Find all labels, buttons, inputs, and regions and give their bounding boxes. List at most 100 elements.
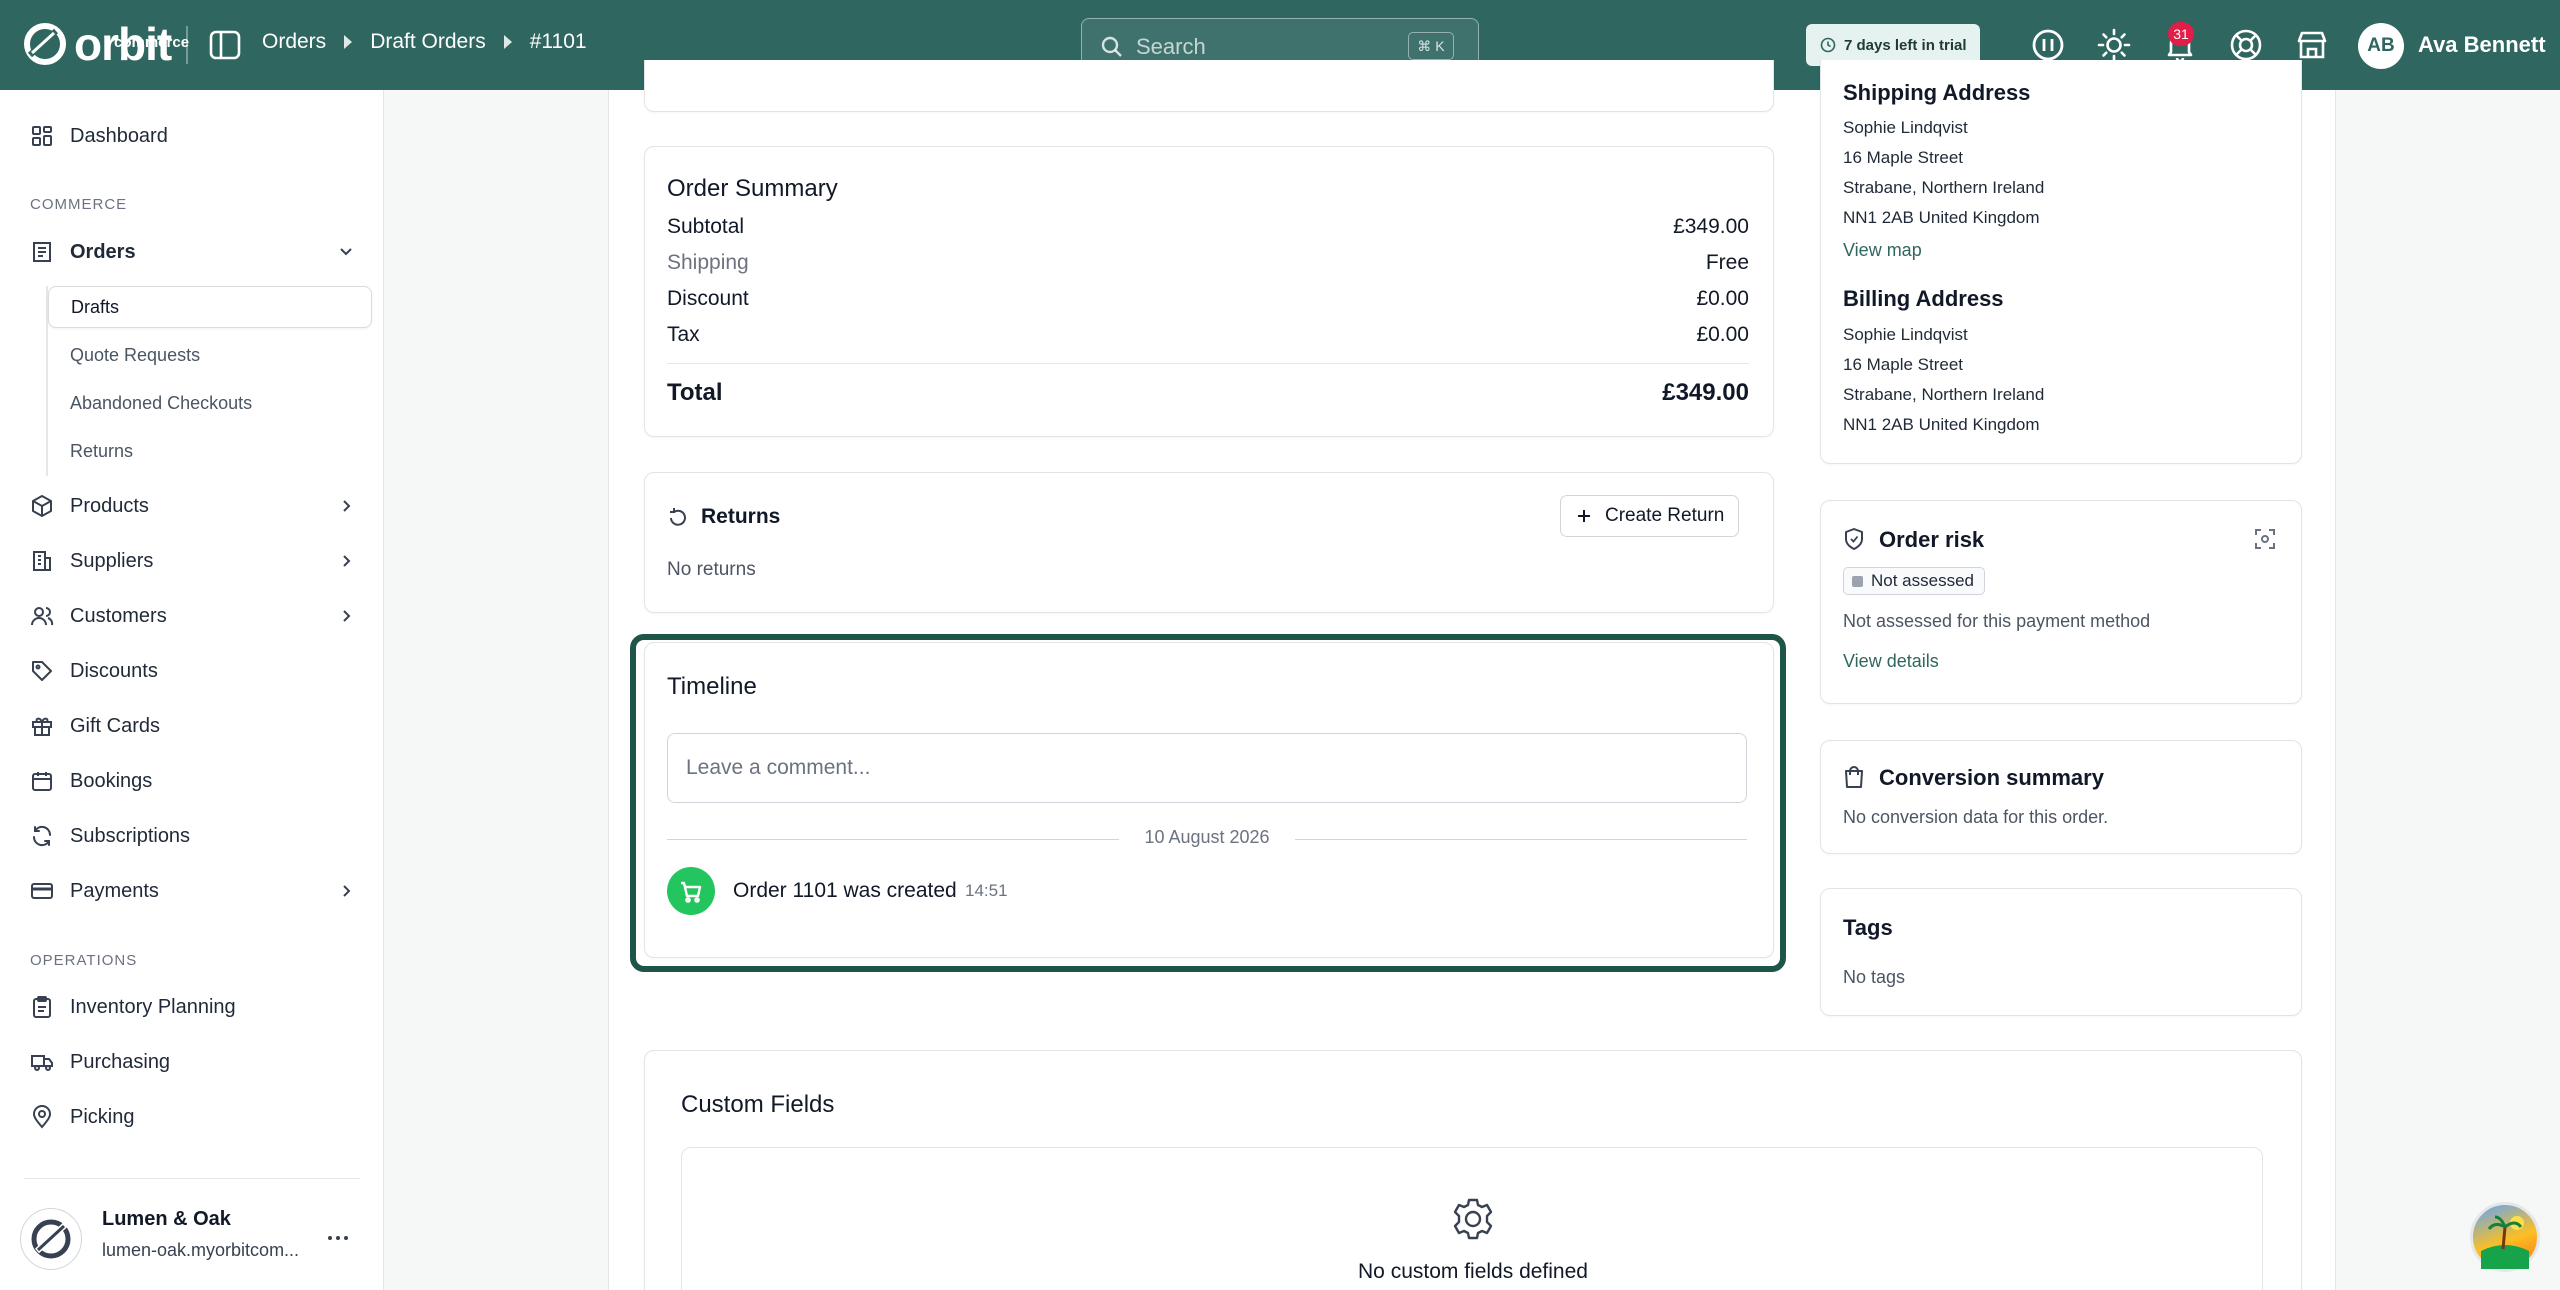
help-button[interactable] <box>2228 27 2264 63</box>
summary-row-tax: Tax £0.00 <box>667 323 1749 353</box>
user-name[interactable]: Ava Bennett <box>2418 32 2546 58</box>
more-horizontal-icon[interactable] <box>326 1228 350 1248</box>
sidebar-item-label: Inventory Planning <box>70 995 236 1018</box>
sidebar-item-inventory-planning[interactable]: Inventory Planning <box>30 987 360 1027</box>
conversion-summary-description: No conversion data for this order. <box>1843 807 2109 827</box>
shipping-address-title: Shipping Address <box>1843 80 2031 105</box>
conversion-summary-card: Conversion summary No conversion data fo… <box>1820 740 2302 854</box>
sidebar-item-drafts[interactable]: Drafts <box>48 286 372 328</box>
order-risk-title: Order risk <box>1879 527 1985 552</box>
create-return-button[interactable]: Create Return <box>1560 495 1740 537</box>
return-icon <box>670 508 686 526</box>
billing-address-line: Sophie Lindqvist <box>1843 325 1968 344</box>
sidebar-item-gift-cards[interactable]: Gift Cards <box>30 706 360 746</box>
clipboard-icon <box>33 996 51 1018</box>
users-icon <box>31 607 54 626</box>
summary-value: £0.00 <box>1696 287 1749 310</box>
risk-status-label: Not assessed <box>1871 571 1974 590</box>
section-label-commerce: COMMERCE <box>30 196 128 213</box>
sidebar-item-returns[interactable]: Returns <box>48 430 372 472</box>
sidebar-item-suppliers[interactable]: Suppliers <box>30 541 360 581</box>
expand-icon[interactable] <box>2253 527 2277 551</box>
sidebar-item-label: Quote Requests <box>70 344 201 365</box>
summary-total-label: Total <box>667 379 723 406</box>
dashboard-icon <box>32 126 52 146</box>
plus-icon <box>1578 510 1590 522</box>
timeline-focus-highlight <box>630 634 1786 972</box>
sidebar-item-subscriptions[interactable]: Subscriptions <box>30 816 360 856</box>
tags-title: Tags <box>1843 915 1893 940</box>
pause-circle-icon <box>2032 29 2064 61</box>
sidebar-item-dashboard[interactable]: Dashboard <box>30 116 360 156</box>
addresses-card: Shipping Address Sophie Lindqvist 16 Map… <box>1820 60 2302 464</box>
sidebar-item-label: Drafts <box>71 296 120 317</box>
search-shortcut: ⌘ K <box>1408 32 1454 60</box>
sidebar: Dashboard COMMERCE Orders Drafts Quote R… <box>0 90 384 1290</box>
clock-icon <box>1820 37 1836 53</box>
create-return-label: Create Return <box>1605 505 1725 526</box>
view-map-link[interactable]: View map <box>1843 240 1922 261</box>
sidebar-item-label: Subscriptions <box>70 824 191 847</box>
store-logo-icon <box>31 1219 71 1259</box>
view-details-link[interactable]: View details <box>1843 651 1939 672</box>
sidebar-item-label: Customers <box>70 604 167 627</box>
sidebar-item-abandoned-checkouts[interactable]: Abandoned Checkouts <box>48 382 372 424</box>
chevron-right-icon <box>343 555 351 567</box>
summary-row-total: Total £349.00 <box>667 379 1749 409</box>
shipping-address-line: NN1 2AB United Kingdom <box>1843 208 2040 227</box>
conversion-summary-title: Conversion summary <box>1879 765 2104 790</box>
summary-divider <box>667 363 1749 364</box>
sidebar-item-purchasing[interactable]: Purchasing <box>30 1042 360 1082</box>
tags-empty-text: No tags <box>1843 967 1906 987</box>
sidebar-item-picking[interactable]: Picking <box>30 1097 360 1137</box>
sidebar-item-customers[interactable]: Customers <box>30 596 360 636</box>
billing-address-title: Billing Address <box>1843 286 2004 311</box>
store-icon <box>2297 31 2327 59</box>
returns-empty-text: No returns <box>667 559 756 580</box>
store-switcher[interactable]: Lumen & Oak lumen-oak.myorbitcom... <box>20 1202 370 1272</box>
summary-row-subtotal: Subtotal £349.00 <box>667 215 1749 245</box>
chevron-right-icon <box>343 500 351 512</box>
risk-status-badge: Not assessed <box>1843 567 1985 595</box>
sidebar-item-label: Picking <box>70 1105 135 1128</box>
gear-icon <box>1453 1198 1493 1240</box>
shipping-address-line: 16 Maple Street <box>1843 148 1964 167</box>
assistant-launcher-button[interactable] <box>2470 1202 2540 1272</box>
sidebar-item-label: Abandoned Checkouts <box>70 392 253 413</box>
custom-fields-card: Custom Fields No custom fields defined <box>644 1050 2302 1290</box>
store-logo <box>20 1208 82 1270</box>
search-placeholder: Search <box>1136 34 1206 59</box>
theme-toggle-button[interactable] <box>2096 27 2132 63</box>
truck-icon <box>31 1055 53 1071</box>
sidebar-item-products[interactable]: Products <box>30 486 360 526</box>
sidebar-item-bookings[interactable]: Bookings <box>30 761 360 801</box>
sidebar-item-payments[interactable]: Payments <box>30 871 360 911</box>
summary-label: Shipping <box>667 251 749 274</box>
avatar[interactable]: AB <box>2358 23 2404 69</box>
summary-row-shipping: Shipping Free <box>667 251 1749 281</box>
breadcrumb-current-order: #1101 <box>529 30 587 53</box>
calendar-icon <box>32 772 52 791</box>
storefront-button[interactable] <box>2294 27 2330 63</box>
store-url: lumen-oak.myorbitcom... <box>102 1240 300 1260</box>
map-pin-icon <box>32 1105 52 1129</box>
breadcrumb-orders[interactable]: Orders <box>262 30 326 54</box>
sidebar-divider <box>24 1178 360 1179</box>
billing-address-line: Strabane, Northern Ireland <box>1843 385 2045 404</box>
breadcrumb-separator-icon <box>503 35 512 49</box>
notification-count-badge: 31 <box>2168 22 2194 46</box>
building-icon <box>33 551 51 571</box>
sidebar-toggle-button[interactable] <box>208 29 242 61</box>
billing-address-line: NN1 2AB United Kingdom <box>1843 415 2040 434</box>
breadcrumb: Orders Draft Orders #1101 <box>262 30 587 54</box>
sidebar-item-discounts[interactable]: Discounts <box>30 651 360 691</box>
chevron-down-icon <box>340 248 352 256</box>
breadcrumb-draft-orders[interactable]: Draft Orders <box>370 30 486 54</box>
sidebar-item-label: Bookings <box>70 769 153 792</box>
summary-row-discount: Discount £0.00 <box>667 287 1749 317</box>
sidebar-item-quote-requests[interactable]: Quote Requests <box>48 334 372 376</box>
sidebar-item-orders[interactable]: Orders <box>30 232 360 272</box>
feedback-button[interactable] <box>2030 27 2066 63</box>
order-summary-card: Order Summary Subtotal £349.00 Shipping … <box>644 146 1774 437</box>
custom-fields-title: Custom Fields <box>681 1091 835 1118</box>
